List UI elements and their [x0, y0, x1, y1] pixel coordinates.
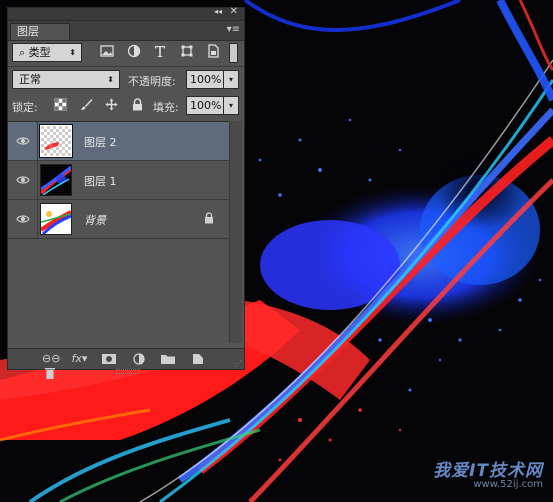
layers-scrollbar[interactable]	[229, 121, 242, 343]
lock-position-icon[interactable]	[105, 98, 118, 111]
divider	[37, 200, 38, 238]
link-layers-icon[interactable]: ⊖⊖	[42, 352, 60, 366]
image-filter-icon[interactable]	[100, 44, 114, 58]
divider	[8, 66, 244, 67]
panel-title-strip[interactable]: ◂◂ ✕	[8, 6, 244, 21]
layer-thumbnail-image	[41, 126, 71, 156]
layer-name[interactable]: 图层 1	[84, 173, 117, 189]
smart-object-filter-icon[interactable]	[206, 44, 220, 58]
filter-toggle[interactable]	[229, 43, 238, 63]
layer-thumbnail[interactable]	[39, 124, 73, 158]
lock-icon	[205, 212, 213, 224]
eye-icon[interactable]	[16, 135, 30, 147]
layer-row-layer2[interactable]: 图层 2	[8, 122, 230, 161]
stepper-arrows-icon: ⬍	[69, 48, 76, 57]
divider	[37, 161, 38, 199]
shape-filter-icon[interactable]	[180, 44, 194, 58]
layer-name[interactable]: 图层 2	[84, 134, 117, 150]
filter-row: ⌕ 类型 ⬍	[8, 41, 244, 65]
layer-row-background[interactable]: 背景	[8, 200, 230, 239]
layer-thumbnail-image	[41, 204, 71, 234]
collapse-icon[interactable]: ◂◂	[214, 7, 222, 16]
layer-thumbnail-image	[41, 165, 71, 195]
blend-mode-value: 正常	[19, 73, 41, 86]
eye-icon[interactable]	[16, 174, 30, 186]
chevron-down-icon: ▾	[228, 101, 233, 110]
delete-layer-icon[interactable]	[42, 366, 58, 380]
layers-list: 图层 2 图层 1 背景	[8, 121, 230, 344]
eye-icon[interactable]	[16, 213, 30, 225]
divider	[37, 122, 38, 160]
lock-all-icon[interactable]	[131, 98, 144, 111]
opacity-dropdown-button[interactable]: ▾	[223, 70, 239, 89]
filter-kind-select[interactable]: ⌕ 类型 ⬍	[12, 43, 82, 62]
layer-thumbnail[interactable]	[40, 164, 72, 196]
adjustment-layer-icon[interactable]	[131, 352, 147, 366]
panel-drag-grip[interactable]	[116, 369, 140, 374]
lock-transparent-pixels-icon[interactable]	[54, 98, 67, 111]
fill-dropdown-button[interactable]: ▾	[223, 96, 239, 115]
layer-mask-icon[interactable]	[101, 352, 117, 366]
layers-bottom-toolbar: ⊖⊖ fx▾ ⋰	[8, 348, 244, 379]
fill-label: 填充:	[153, 101, 179, 114]
opacity-field[interactable]: 100%	[186, 70, 224, 89]
new-layer-icon[interactable]	[190, 352, 206, 366]
opacity-label: 不透明度:	[128, 75, 176, 88]
tab-layers[interactable]: 图层	[10, 23, 70, 40]
lock-label: 锁定:	[12, 101, 38, 114]
close-icon[interactable]: ✕	[230, 6, 238, 17]
resize-grip-icon[interactable]: ⋰	[234, 359, 242, 368]
layers-panel: ◂◂ ✕ 图层 ▾≡ ⌕ 类型 ⬍ 正常 ⬍ 不透明度: 100% ▾ 锁定:	[7, 6, 245, 379]
blend-row: 正常 ⬍ 不透明度: 100% ▾	[8, 68, 244, 94]
type-filter-icon[interactable]	[153, 44, 167, 58]
layer-name[interactable]: 背景	[84, 212, 106, 228]
panel-tab-row: 图层 ▾≡	[8, 21, 244, 41]
fx-icon[interactable]: fx▾	[72, 352, 88, 366]
lock-image-pixels-icon[interactable]	[80, 98, 93, 111]
adjustment-filter-icon[interactable]	[127, 44, 141, 58]
filter-kind-label: 类型	[28, 46, 51, 59]
blend-mode-select[interactable]: 正常 ⬍	[12, 70, 120, 89]
lock-row: 锁定: 填充: 100% ▾	[8, 94, 244, 118]
search-icon: ⌕	[19, 46, 29, 59]
layer-thumbnail[interactable]	[40, 203, 72, 235]
panel-menu-icon[interactable]: ▾≡	[227, 25, 240, 35]
stepper-arrows-icon: ⬍	[107, 75, 114, 84]
chevron-down-icon: ▾	[228, 75, 233, 84]
group-folder-icon[interactable]	[160, 352, 176, 366]
layer-row-layer1[interactable]: 图层 1	[8, 161, 230, 200]
fill-field[interactable]: 100%	[186, 96, 224, 115]
